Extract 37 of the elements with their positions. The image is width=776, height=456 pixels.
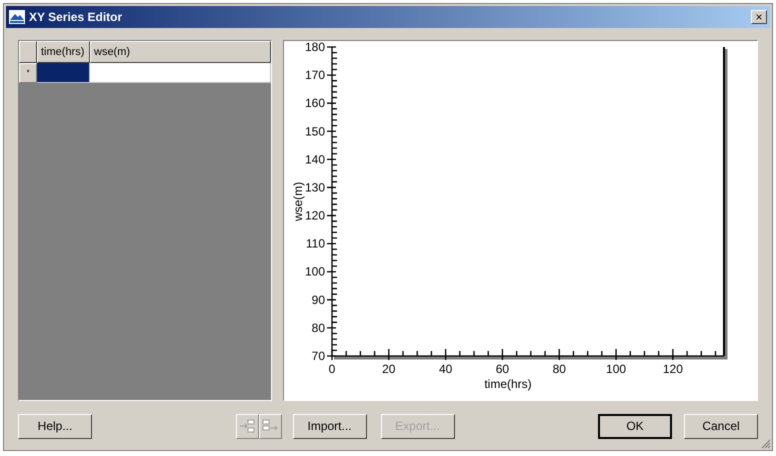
table-cell[interactable] [37,63,90,83]
y-tick-label: 90 [312,292,325,307]
window-title: XY Series Editor [29,9,122,26]
insert-row-icon [239,419,255,433]
y-tick-label: 130 [304,180,325,194]
close-button[interactable]: × [751,10,767,24]
button[interactable]: OK [598,414,672,438]
column-header[interactable]: wse(m) [90,41,271,63]
x-tick-label: 60 [496,362,510,376]
button[interactable]: Cancel [684,414,758,438]
append-row-icon [262,419,278,433]
app-icon [9,10,25,24]
y-tick-label: 120 [304,208,325,223]
y-tick-label: 100 [304,264,325,279]
button[interactable]: Help... [18,414,92,438]
y-tick-label: 80 [312,320,325,335]
y-tick-label: 150 [304,124,325,138]
y-tick-label: 110 [306,236,325,251]
x-tick-label: 80 [552,362,566,376]
x-tick-label: 20 [382,362,396,376]
button[interactable]: Import... [292,414,366,438]
y-tick-label: 170 [304,68,325,82]
x-tick-label: 40 [438,362,452,376]
y-tick-label: 160 [304,96,325,110]
resize-grip-icon[interactable] [760,438,771,449]
new-row-marker: * [19,63,37,83]
x-axis-label: time(hrs) [484,377,532,391]
x-tick-label: 100 [606,362,626,376]
y-tick-label: 140 [304,152,325,166]
y-axis-label: wse(m) [291,182,305,222]
x-tick-label: 120 [662,362,683,376]
row-header [19,41,37,63]
table-cell[interactable] [90,63,271,83]
x-tick-label: 0 [328,362,336,376]
y-tick-label: 70 [312,349,325,363]
column-header[interactable]: time(hrs) [37,41,90,63]
y-tick-label: 180 [304,41,325,54]
